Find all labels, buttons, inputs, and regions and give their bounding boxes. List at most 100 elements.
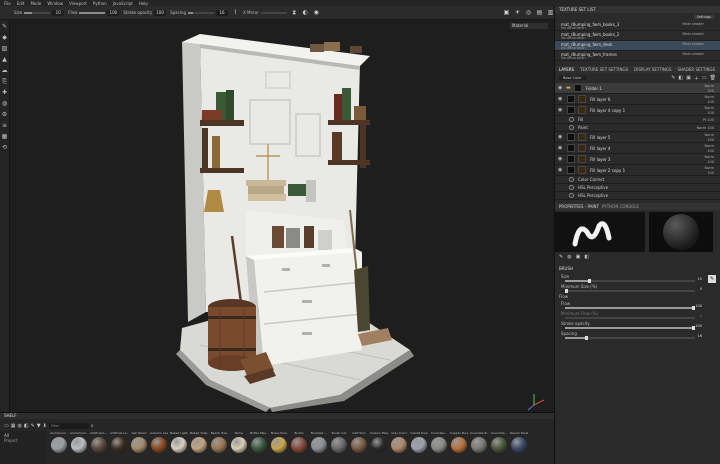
channel-select[interactable]: Base Color <box>559 76 586 80</box>
stroke-opacity-value[interactable]: 100 <box>154 9 167 16</box>
texture-set-settings-button[interactable]: Settings <box>693 15 714 19</box>
flow-prop-value[interactable]: 100 <box>695 304 702 308</box>
stroke-opacity-control[interactable]: Stroke opacity 100 <box>123 9 167 16</box>
symmetry-icon[interactable]: ⧗ <box>291 9 298 16</box>
layer-row[interactable]: ◉ Fill layer 4 Norm 100 <box>555 143 720 154</box>
menu-mode[interactable]: Mode <box>30 1 41 6</box>
shelf-material-item[interactable]: Crocodile... <box>490 431 508 464</box>
shelf-material-item[interactable]: Calf Skin <box>350 431 368 464</box>
camera-icon[interactable]: ◉ <box>313 9 320 16</box>
tab-properties-paint[interactable]: PROPERTIES - PAINT <box>559 203 599 210</box>
layer-opacity[interactable]: 100 <box>707 89 714 93</box>
shelf-material-item[interactable]: Baked Triap... <box>190 431 208 464</box>
shelf-material-item[interactable]: Aluminium ... <box>70 431 88 464</box>
effect-eye-icon[interactable] <box>569 185 574 190</box>
delete-layer-icon[interactable]: 🗑 <box>710 75 716 81</box>
layer-row[interactable]: ◉ Fill layer 3 Norm 100 <box>555 154 720 165</box>
flow-slider[interactable] <box>79 11 106 14</box>
texture-set-item[interactable]: mat_rBumping_fwm_books_3 No decoration M… <box>555 21 720 31</box>
layer-row[interactable]: ◉ Fill layer 4 copy 1 Norm 100 <box>555 105 720 116</box>
brush-size-slider[interactable] <box>565 279 695 283</box>
color-picker-icon[interactable]: ✚ <box>1 89 8 96</box>
effect-item[interactable]: HSL Perceptive <box>555 192 720 200</box>
add-mask-icon[interactable]: ◧ <box>678 75 683 81</box>
layer-blend-mode[interactable]: Norm <box>704 133 714 137</box>
history-icon[interactable]: ⟲ <box>1 144 8 151</box>
brush-tab-icon[interactable]: ✎ <box>559 254 563 260</box>
spacing-slider[interactable] <box>187 11 214 14</box>
effect-eye-icon[interactable] <box>569 193 574 198</box>
shelf-material-item[interactable]: Concrete... <box>430 431 448 464</box>
stencil-tab-icon[interactable]: ▣ <box>576 254 581 260</box>
menu-window[interactable]: Window <box>47 1 63 6</box>
stroke-opacity-prop-value[interactable]: 100 <box>695 324 702 328</box>
texture-set-item[interactable]: mat_rBumping_fwm_frames No decoration Ma… <box>555 51 720 61</box>
texture-set-item[interactable]: mat_rBumping_fwm_books_2 No decoration M… <box>555 31 720 41</box>
shelf-material-item[interactable]: Brass Pure <box>270 431 288 464</box>
layer-name[interactable]: Fill layer 4 <box>590 146 610 151</box>
shelf-material-item[interactable]: Autumn Leaf <box>150 431 168 464</box>
sub-item-blend[interactable]: Norm 100 <box>697 126 714 130</box>
layer-row[interactable]: ◉ ▬ Folder 1 Norm 100 <box>555 83 720 94</box>
add-layer-icon[interactable]: ＋ <box>694 75 699 82</box>
menu-javascript[interactable]: JavaScript <box>113 1 133 6</box>
texture-set-item-selected[interactable]: mat_rBumping_fwm_desk No decoration Main… <box>555 41 720 51</box>
layer-blend-mode[interactable]: Norm <box>704 106 714 110</box>
shelf-material-item[interactable]: Copper Pure <box>450 431 468 464</box>
shelf-material-item[interactable]: Clay Cracl <box>390 431 408 464</box>
shelf-material-item[interactable]: Carbon Fiber <box>370 431 388 464</box>
sub-eye-icon[interactable] <box>569 125 574 130</box>
layer-blend-mode[interactable]: Norm <box>704 95 714 99</box>
light-icon[interactable]: ☀ <box>514 9 521 16</box>
layer-opacity[interactable]: 100 <box>707 160 714 164</box>
shelf-tool-icon[interactable]: ▦ <box>1 133 8 140</box>
render-icon[interactable]: ◎ <box>525 9 532 16</box>
brush-size-value[interactable]: 10 <box>698 277 702 281</box>
shelf-material-item[interactable]: Beech Tree <box>210 431 228 464</box>
smudge-icon[interactable]: ☁ <box>1 67 8 74</box>
sub-eye-icon[interactable] <box>569 117 574 122</box>
layer-name[interactable]: Fill layer 6 <box>590 97 610 102</box>
shelf-smart-icon[interactable]: ◧ <box>24 423 29 429</box>
settings-icon[interactable]: ⚙ <box>1 111 8 118</box>
shelf-import-icon[interactable]: ⬇ <box>43 423 47 429</box>
shelf-materials-icon[interactable]: ◍ <box>17 423 21 429</box>
min-size-value[interactable]: 0 <box>700 287 702 291</box>
spacing-control[interactable]: Spacing 16 <box>170 9 228 16</box>
tab-shader-settings[interactable]: SHADER SETTINGS <box>678 67 716 72</box>
effect-eye-icon[interactable] <box>569 177 574 182</box>
visibility-eye-icon[interactable]: ◉ <box>558 85 564 91</box>
flow-value[interactable]: 100 <box>107 9 120 16</box>
shelf-material-item[interactable]: Brush Cot <box>330 431 348 464</box>
menu-python[interactable]: Python <box>93 1 107 6</box>
tab-display-settings[interactable]: DISPLAY SETTINGS <box>634 67 671 72</box>
flow-control[interactable]: Flow 100 <box>68 9 120 16</box>
min-flow-slider[interactable] <box>565 317 695 319</box>
layer-row[interactable]: ◉ Fill layer 5 Norm 100 <box>555 132 720 143</box>
layer-opacity[interactable]: 100 <box>707 171 714 175</box>
visibility-eye-icon[interactable]: ◉ <box>558 134 564 140</box>
projection-tool-icon[interactable]: ▧ <box>1 45 8 52</box>
shelf-material-item[interactable]: Ash Wood <box>130 431 148 464</box>
effect-item[interactable]: Color Correct <box>555 176 720 184</box>
shelf-material-item[interactable]: Bricks <box>290 431 308 464</box>
visibility-eye-icon[interactable]: ◉ <box>558 96 564 102</box>
lazy-mouse-icon[interactable]: ⌇ <box>232 9 239 16</box>
shelf-material-item[interactable]: Bottle Plas... <box>250 431 268 464</box>
spacing-prop-value[interactable]: 16 <box>698 334 702 338</box>
shelf-grid-icon[interactable]: ▦ <box>11 423 16 429</box>
screenshot-icon[interactable]: ▣ <box>503 9 510 16</box>
layer-row[interactable]: ◉ Fill layer 2 copy 1 Norm 100 <box>555 165 720 176</box>
pen-pressure-icon[interactable]: ✎ <box>708 275 716 283</box>
layout-icon[interactable]: ▤ <box>536 9 543 16</box>
visibility-eye-icon[interactable]: ◉ <box>558 145 564 151</box>
spacing-value[interactable]: 16 <box>215 9 228 16</box>
layer-row[interactable]: ◉ Fill layer 6 Norm 100 <box>555 94 720 105</box>
add-fill-icon[interactable]: ▣ <box>686 75 691 81</box>
layer-name[interactable]: Fill layer 5 <box>590 135 610 140</box>
flow-prop-slider[interactable] <box>565 306 695 310</box>
spacing-prop-slider[interactable] <box>565 336 695 340</box>
shelf-category-project[interactable]: Project <box>4 438 42 443</box>
menu-edit[interactable]: Edit <box>17 1 25 6</box>
texture-set-shader[interactable]: Main shader <box>683 32 704 36</box>
